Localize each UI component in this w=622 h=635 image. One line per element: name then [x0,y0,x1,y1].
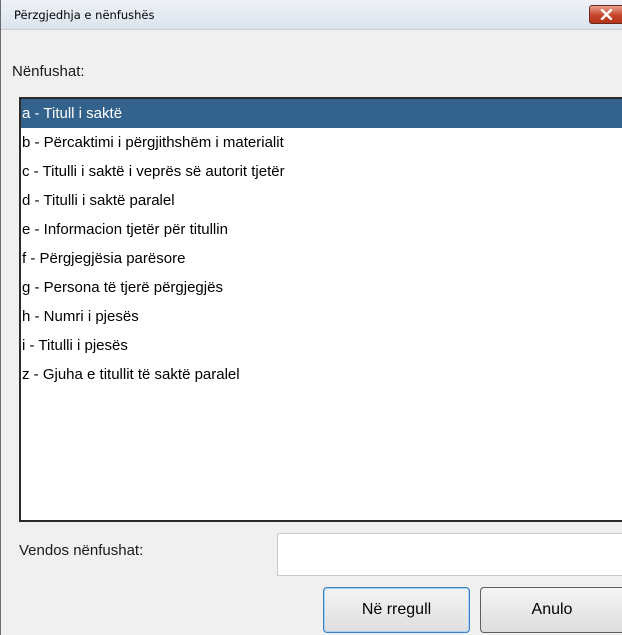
list-item[interactable]: c - Titulli i saktë i veprës së autorit … [21,157,622,186]
cancel-button[interactable]: Anulo [480,587,622,633]
close-button[interactable] [589,5,622,24]
ok-button[interactable]: Në rregull [323,587,470,633]
title-bar[interactable]: Përzgjedhja e nënfushës [1,0,622,30]
list-item[interactable]: f - Përgjegjësia parësore [21,244,622,273]
subfields-list[interactable]: a - Titull i saktë b - Përcaktimi i përgj… [19,97,622,522]
list-item[interactable]: i - Titulli i pjesës [21,331,622,360]
close-icon [600,9,613,20]
subfields-label: Nënfushat: [12,63,85,80]
window-title: Përzgjedhja e nënfushës [14,8,155,22]
input-label: Vendos nënfushat: [19,542,144,559]
dialog-window: Përzgjedhja e nënfushës Nënfushat: a - T… [0,0,622,635]
list-item[interactable]: a - Titull i saktë [21,99,622,128]
list-item[interactable]: b - Përcaktimi i përgjithshëm i material… [21,128,622,157]
subfields-input[interactable] [277,533,622,576]
list-item[interactable]: e - Informacion tjetër për titullin [21,215,622,244]
list-item[interactable]: d - Titulli i saktë paralel [21,186,622,215]
list-item[interactable]: g - Persona të tjerë përgjegjës [21,273,622,302]
list-item[interactable]: z - Gjuha e titullit të saktë paralel [21,360,622,389]
list-item[interactable]: h - Numri i pjesës [21,302,622,331]
